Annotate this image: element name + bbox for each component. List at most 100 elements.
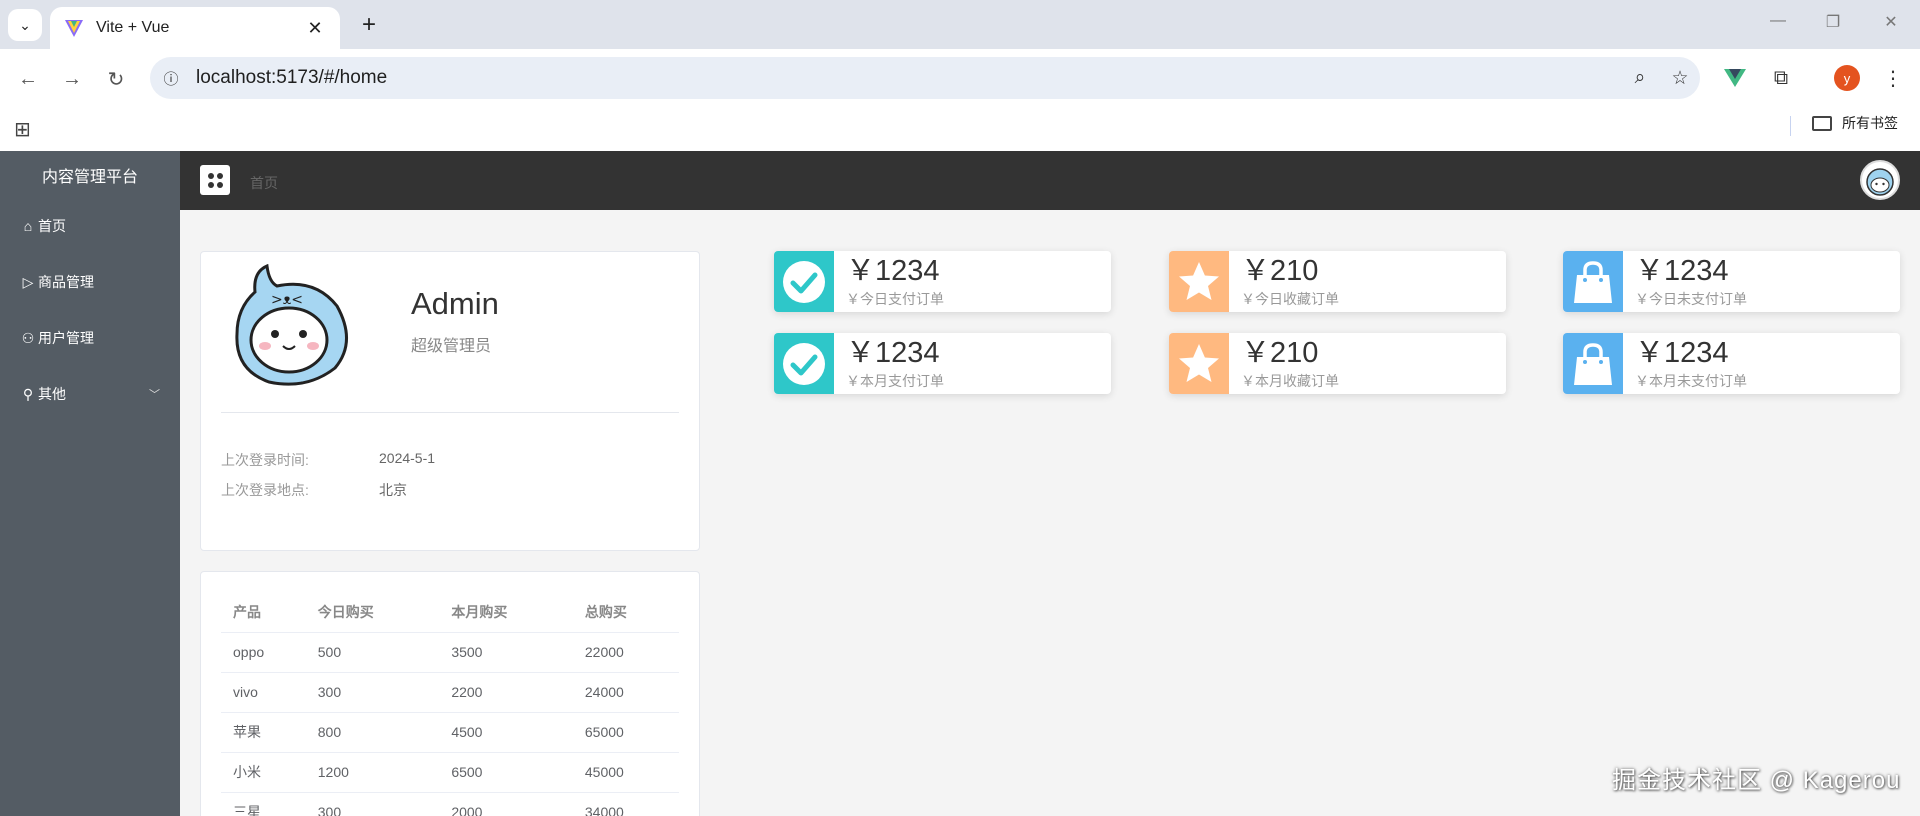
sidebar-item-products[interactable]: ▷ 商品管理 <box>0 254 180 310</box>
menu-dot <box>216 181 223 188</box>
profile-avatar[interactable]: y <box>1834 65 1860 91</box>
column-header: 总购买 <box>572 592 679 633</box>
close-window-icon[interactable]: ✕ <box>1876 12 1906 32</box>
url-text[interactable]: localhost:5173/#/home <box>196 67 1620 89</box>
table-row: 小米 1200 6500 45000 <box>221 752 679 793</box>
home-icon: ⌂ <box>23 218 33 234</box>
shopping-bag-icon <box>1563 333 1623 394</box>
table-cell: vivo <box>221 672 306 713</box>
sidebar-item-label: 其他 <box>38 386 66 402</box>
table-cell: 1200 <box>305 752 440 793</box>
back-arrow-icon[interactable]: ← <box>14 65 42 93</box>
folder-icon <box>1812 115 1832 131</box>
user-icon: ⚇ <box>21 329 35 346</box>
user-role: 超级管理员 <box>411 338 492 355</box>
stat-card-month-unpaid: ￥1234 ￥本月未支付订单 <box>1563 333 1900 394</box>
sidebar-item-other[interactable]: ⚲ 其他 ﹀ <box>0 366 180 422</box>
extensions-icon[interactable]: ⧉ <box>1766 63 1796 93</box>
table-row: 三星 300 2000 34000 <box>221 792 679 816</box>
location-icon: ⚲ <box>22 385 34 402</box>
all-bookmarks-folder[interactable]: 所有书签 <box>1812 113 1898 133</box>
stat-label: ￥本月未支付订单 <box>1635 373 1747 389</box>
table-cell: 2200 <box>439 672 573 713</box>
breadcrumb[interactable]: 首页 <box>250 173 278 193</box>
table-cell: 34000 <box>572 792 679 816</box>
table-row: vivo 300 2200 24000 <box>221 672 679 713</box>
more-menu-icon[interactable]: ⋮ <box>1878 63 1908 93</box>
purchase-table-card: 产品 今日购买 本月购买 总购买 oppo 500 3500 22000 viv… <box>200 571 700 816</box>
purchase-table: 产品 今日购买 本月购买 总购买 oppo 500 3500 22000 viv… <box>221 592 679 816</box>
success-icon <box>774 333 834 394</box>
stat-value: ￥210 <box>1241 255 1319 287</box>
forward-arrow-icon[interactable]: → <box>58 65 86 93</box>
sidebar: 内容管理平台 ⌂ 首页 ▷ 商品管理 ⚇ 用户管理 ⚲ 其他 ﹀ <box>0 151 180 816</box>
bookmarks-folder-label: 所有书签 <box>1842 115 1898 131</box>
header-avatar[interactable] <box>1860 160 1900 200</box>
column-header: 本月购买 <box>439 592 573 633</box>
bookmarks-bar: ⊞ 所有书签 <box>0 108 1920 151</box>
apps-grid-icon[interactable]: ⊞ <box>14 117 36 141</box>
table-header-row: 产品 今日购买 本月购买 总购买 <box>221 592 679 633</box>
stat-value: ￥210 <box>1241 337 1319 369</box>
table-cell: 800 <box>305 712 440 753</box>
minimize-icon[interactable]: — <box>1763 12 1793 30</box>
avatar-image <box>1866 168 1894 196</box>
table-cell: 65000 <box>572 712 679 753</box>
sidebar-item-users[interactable]: ⚇ 用户管理 <box>0 310 180 366</box>
table-row: 苹果 800 4500 65000 <box>221 712 679 753</box>
stat-card-today-unpaid: ￥1234 ￥今日未支付订单 <box>1563 251 1900 312</box>
table-cell: 3500 <box>439 632 573 673</box>
vite-logo-icon <box>65 20 83 37</box>
table-row: oppo 500 3500 22000 <box>221 632 679 673</box>
tab-title: Vite + Vue <box>96 19 170 36</box>
table-cell: 24000 <box>572 672 679 713</box>
table-cell: 45000 <box>572 752 679 793</box>
tab-search-button[interactable]: ⌄ <box>8 9 42 41</box>
star-icon <box>1169 333 1229 394</box>
last-login-place-value: 北京 <box>379 482 407 498</box>
bookmarks-divider <box>1790 116 1791 136</box>
shopping-bag-icon <box>1563 251 1623 312</box>
star-icon <box>1169 251 1229 312</box>
zoom-icon[interactable]: ⌕ <box>1620 67 1660 89</box>
menu-collapse-button[interactable] <box>200 165 230 195</box>
user-card: >ᴥ< Admin 超级管理员 上次登录时间: 2024-5-1 上次登录地点:… <box>200 251 700 551</box>
tab-close-icon[interactable]: ✕ <box>304 18 326 39</box>
stat-label: ￥今日未支付订单 <box>1635 291 1747 307</box>
table-cell: 小米 <box>221 752 306 793</box>
column-header: 产品 <box>221 592 306 633</box>
stat-label: ￥本月收藏订单 <box>1241 373 1339 389</box>
stat-value: ￥1234 <box>1635 255 1729 287</box>
sidebar-title: 内容管理平台 <box>41 168 138 186</box>
stat-value: ￥1234 <box>846 255 940 287</box>
stat-card-today-favorite: ￥210 ￥今日收藏订单 <box>1169 251 1506 312</box>
table-cell: 300 <box>305 792 440 816</box>
reload-icon[interactable]: ↻ <box>102 65 130 93</box>
new-tab-button[interactable]: + <box>354 10 384 40</box>
sidebar-item-home[interactable]: ⌂ 首页 <box>0 198 180 254</box>
vue-logo-icon <box>1724 69 1746 87</box>
browser-tab-bar: ⌄ Vite + Vue ✕ + — ❐ ✕ <box>0 0 1920 49</box>
video-play-icon: ▷ <box>22 273 34 290</box>
sidebar-item-label: 商品管理 <box>38 274 94 290</box>
last-login-time-label: 上次登录时间: <box>221 452 309 468</box>
menu-dot <box>207 181 214 188</box>
chevron-down-icon: ⌄ <box>19 16 31 33</box>
table-cell: 6500 <box>439 752 573 793</box>
success-icon <box>774 251 834 312</box>
site-info-icon[interactable]: ⓘ <box>150 57 192 99</box>
vue-devtools-icon[interactable] <box>1720 63 1750 93</box>
last-login-time-value: 2024-5-1 <box>379 450 436 466</box>
browser-toolbar: ← → ↻ ⓘ localhost:5173/#/home ⌕ ☆ ⧉ ⋮ <box>0 49 1920 108</box>
table-cell: 三星 <box>221 792 306 816</box>
address-bar[interactable]: ⓘ localhost:5173/#/home ⌕ ☆ <box>150 57 1700 99</box>
last-login-place-label: 上次登录地点: <box>221 482 309 498</box>
table-cell: oppo <box>221 632 306 673</box>
sidebar-item-label: 用户管理 <box>38 330 94 346</box>
table-cell: 22000 <box>572 632 679 673</box>
browser-tab[interactable]: Vite + Vue ✕ <box>50 7 340 49</box>
app-header: 首页 <box>180 151 1920 210</box>
bookmark-star-icon[interactable]: ☆ <box>1660 67 1700 90</box>
restore-icon[interactable]: ❐ <box>1818 12 1848 32</box>
stat-label: ￥今日支付订单 <box>846 291 944 307</box>
